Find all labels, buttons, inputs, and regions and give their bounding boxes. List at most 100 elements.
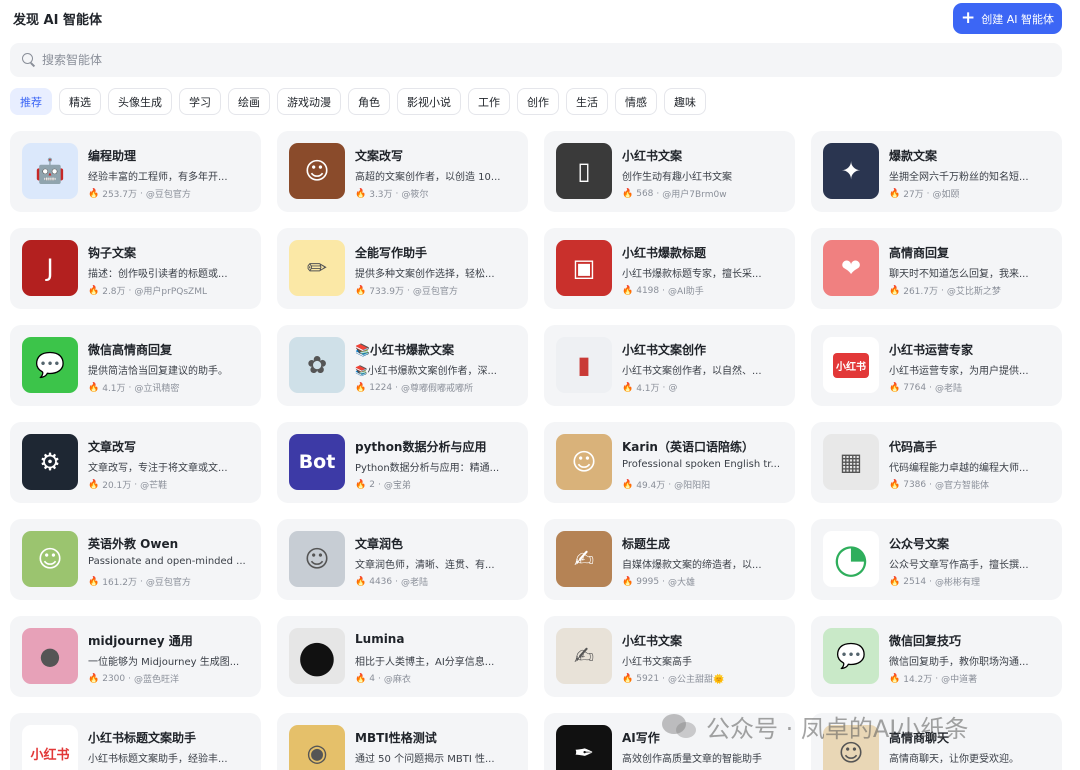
- usage-count: 2300: [102, 673, 126, 684]
- fire-icon: 🔥: [355, 382, 367, 393]
- agent-card[interactable]: ▯ 小红书文案 创作生动有趣小红书文案 🔥 568 · @用户7Brm0w: [544, 131, 795, 212]
- agent-card[interactable]: ▣ 小红书爆款标题 小红书爆款标题专家，擅长采... 🔥 4198 · @AI助手: [544, 228, 795, 309]
- agent-card[interactable]: ◔ 公众号文案 公众号文章写作高手，擅长撰... 🔥 2514 · @彬彬有理: [811, 519, 1062, 600]
- writing-hand-icon: ✍: [556, 531, 612, 587]
- tab-8[interactable]: 工作: [468, 88, 510, 115]
- agent-meta: 🔥 20.1万 · @芒鞋: [88, 478, 254, 492]
- phone-icon: ▯: [556, 143, 612, 199]
- fire-icon: 🔥: [889, 576, 901, 587]
- separator-dot: ·: [662, 673, 665, 684]
- tab-0[interactable]: 推荐: [10, 88, 52, 115]
- separator-dot: ·: [940, 285, 944, 296]
- agent-meta: 🔥 4.1万 · @立讯精密: [88, 381, 254, 395]
- agent-card[interactable]: 💬 微信高情商回复 提供简洁恰当回复建议的助手。 🔥 4.1万 · @立讯精密: [10, 325, 261, 406]
- agent-description: 公众号文章写作高手，擅长撰...: [889, 560, 1029, 571]
- separator-dot: ·: [395, 382, 398, 393]
- agent-name: 小红书文案: [622, 634, 683, 648]
- agent-card[interactable]: ▦ 代码高手 代码编程能力卓越的编程大师... 🔥 7386 · @官方智能体: [811, 422, 1062, 503]
- agent-author: @老陆: [935, 384, 963, 394]
- xhs-logo-icon: 小红书: [823, 337, 879, 393]
- tab-12[interactable]: 趣味: [664, 88, 706, 115]
- category-tabs: 推荐 精选 头像生成 学习 绘画 游戏动漫 角色 影视小说 工作 创作 生活 情感 趣味: [10, 88, 706, 115]
- agent-card[interactable]: ● midjourney 通用 一位能够为 Midjourney 生成图... 🔥 23…: [10, 616, 261, 697]
- usage-count: 4: [369, 673, 375, 684]
- agent-card[interactable]: 💬 微信回复技巧 微信回复助手，教你职场沟通... 🔥 14.2万 · @中道著: [811, 616, 1062, 697]
- separator-dot: ·: [662, 285, 665, 296]
- agent-card[interactable]: ✒ AI写作 高效创作高质量文章的智能助手: [544, 713, 795, 770]
- tab-5[interactable]: 游戏动漫: [277, 88, 341, 115]
- create-agent-button[interactable]: + 创建 AI 智能体: [953, 3, 1062, 34]
- tab-7[interactable]: 影视小说: [397, 88, 461, 115]
- agent-card[interactable]: ✿ 📚小红书爆款文案 📚小红书爆款文案创作者，深... 🔥 1224 · @尊嘟假嘟戒嘟…: [277, 325, 528, 406]
- usage-count: 5921: [636, 673, 660, 684]
- agent-meta: 🔥 4.1万 · @: [622, 381, 788, 395]
- agent-description: 经验丰富的工程师，有多年开...: [88, 172, 228, 183]
- create-agent-label: 创建 AI 智能体: [981, 12, 1054, 26]
- agent-card[interactable]: ✦ 爆款文案 坐拥全网六千万粉丝的知名短... 🔥 27万 · @如颐: [811, 131, 1062, 212]
- agent-description: 提供多种文案创作选择，轻松...: [355, 269, 495, 280]
- tab-10[interactable]: 生活: [566, 88, 608, 115]
- usage-count: 7764: [903, 382, 927, 393]
- agent-description: 描述：创作吸引读者的标题或...: [88, 269, 228, 280]
- woman-avatar-icon: ☺: [556, 434, 612, 490]
- agent-card[interactable]: ☺ 文章润色 文章润色师，清晰、连贯、有... 🔥 4436 · @老陆: [277, 519, 528, 600]
- agent-name: AI写作: [622, 731, 660, 745]
- tab-9[interactable]: 创作: [517, 88, 559, 115]
- tab-11[interactable]: 情感: [615, 88, 657, 115]
- fire-icon: 🔥: [88, 479, 100, 490]
- tab-6[interactable]: 角色: [348, 88, 390, 115]
- fire-icon: 🔥: [889, 479, 901, 490]
- agent-card[interactable]: ✏ 全能写作助手 提供多种文案创作选择，轻松... 🔥 733.9万 · @豆包官方: [277, 228, 528, 309]
- usage-count: 4436: [369, 576, 393, 587]
- maze-icon: ▦: [823, 434, 879, 490]
- agent-card[interactable]: ☺ 高情商聊天 高情商聊天，让你更受欢迎。: [811, 713, 1062, 770]
- book-icon: ▮: [556, 337, 612, 393]
- tab-3[interactable]: 学习: [179, 88, 221, 115]
- agent-card[interactable]: ☺ 文案改写 高超的文案创作者，以创造 10... 🔥 3.3万 · @筱尔: [277, 131, 528, 212]
- search-input[interactable]: [42, 53, 942, 67]
- agent-author: @麻衣: [383, 675, 411, 685]
- tab-1[interactable]: 精选: [59, 88, 101, 115]
- agent-card[interactable]: J 钩子文案 描述：创作吸引读者的标题或... 🔥 2.8万 · @用户prPQsZML: [10, 228, 261, 309]
- tab-4[interactable]: 绘画: [228, 88, 270, 115]
- agent-description: 代码编程能力卓越的编程大师...: [889, 463, 1029, 474]
- fire-icon: 🔥: [355, 479, 367, 490]
- agent-card[interactable]: 🤖 编程助理 经验丰富的工程师，有多年开... 🔥 253.7万 · @豆包官方: [10, 131, 261, 212]
- tab-2[interactable]: 头像生成: [108, 88, 172, 115]
- agent-meta: 🔥 1224 · @尊嘟假嘟戒嘟所: [355, 381, 521, 395]
- fire-icon: 🔥: [889, 285, 901, 296]
- wechat-icon: 💬: [22, 337, 78, 393]
- agent-card[interactable]: 小红书 小红书运营专家 小红书运营专家，为用户提供... 🔥 7764 · @老陆: [811, 325, 1062, 406]
- agent-card[interactable]: ⚙ 文章改写 文章改写，专注于将文章或文... 🔥 20.1万 · @芒鞋: [10, 422, 261, 503]
- agent-card[interactable]: ✍ 小红书文案 小红书文案高手 🔥 5921 · @公主甜甜🌞: [544, 616, 795, 697]
- black-orb-icon: ●: [289, 628, 345, 684]
- agent-card[interactable]: ◉ MBTI性格测试 通过 50 个问题揭示 MBTI 性...: [277, 713, 528, 770]
- agent-description: 高效创作高质量文章的智能助手: [622, 754, 762, 765]
- usage-count: 2.8万: [102, 287, 126, 297]
- agent-author: @芒鞋: [140, 481, 168, 491]
- agent-card[interactable]: 小红书 小红书标题文案助手 小红书标题文案助手，经验丰...: [10, 713, 261, 770]
- agent-card[interactable]: ✍ 标题生成 自媒体爆款文案的缔造者，以... 🔥 9995 · @大雄: [544, 519, 795, 600]
- separator-dot: ·: [128, 285, 132, 296]
- agent-card[interactable]: ☺ 英语外教 Owen Passionate and open-minded ...…: [10, 519, 261, 600]
- agent-description: Python数据分析与应用：精通...: [355, 463, 500, 474]
- agent-description: 文章改写，专注于将文章或文...: [88, 463, 228, 474]
- agent-name: MBTI性格测试: [355, 731, 437, 745]
- agent-author: @彬彬有理: [935, 578, 981, 588]
- agent-card[interactable]: Bot python数据分析与应用 Python数据分析与应用：精通... 🔥 2 · …: [277, 422, 528, 503]
- pencil-icon: ✏: [289, 240, 345, 296]
- agent-name: Karin（英语口语陪练）: [622, 440, 754, 454]
- agent-meta: 🔥 4436 · @老陆: [355, 575, 521, 589]
- agent-author: @AI助手: [668, 287, 704, 297]
- agent-card[interactable]: ❤ 高情商回复 聊天时不知道怎么回复，我来... 🔥 261.7万 · @艾比斯之梦: [811, 228, 1062, 309]
- agent-meta: 🔥 161.2万 · @豆包官方: [88, 575, 254, 589]
- agent-meta: 🔥 568 · @用户7Brm0w: [622, 187, 788, 201]
- agent-card[interactable]: ● Lumina 相比于人类博主，AI分享信息... 🔥 4 · @麻衣: [277, 616, 528, 697]
- agent-card[interactable]: ☺ Karin（英语口语陪练） Professional spoken Englis…: [544, 422, 795, 503]
- agent-card[interactable]: ▮ 小红书文案创作 小红书文案创作者，以自然、... 🔥 4.1万 · @: [544, 325, 795, 406]
- separator-dot: ·: [656, 188, 660, 199]
- usage-count: 49.4万: [636, 481, 666, 491]
- agent-description: 聊天时不知道怎么回复，我来...: [889, 269, 1029, 280]
- search-bar[interactable]: [10, 43, 1062, 77]
- boy-avatar-icon: ☺: [289, 143, 345, 199]
